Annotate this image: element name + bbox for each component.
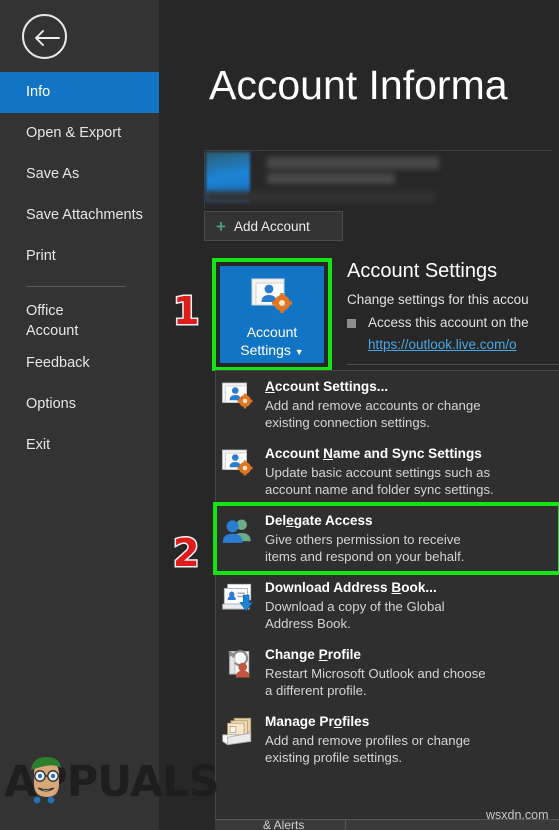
account-access-text: Access this account on the — [368, 315, 529, 330]
sidebar-item-feedback[interactable]: Feedback — [0, 343, 159, 384]
sidebar-item-options[interactable]: Options — [0, 384, 159, 425]
title-pre: Download Address — [265, 580, 392, 595]
title-accesskey: P — [318, 647, 328, 662]
menu-item-text: Account Name and Sync Settings Update ba… — [265, 445, 494, 498]
menu-item-delegate-access[interactable]: Delegate Access Give others permission t… — [213, 502, 559, 575]
strip-divider — [345, 820, 346, 830]
tile-label-line2: Settings — [240, 342, 291, 358]
account-access-bullet: Access this account on the — [347, 315, 529, 330]
menu-item-desc-1: Give others permission to receive — [265, 532, 461, 547]
step-marker-2: 2 — [171, 531, 201, 575]
back-button-wrapper[interactable] — [0, 0, 159, 72]
menu-item-desc-2: items and respond on your behalf. — [265, 549, 465, 564]
menu-item-account-settings[interactable]: Account Settings... Add and remove accou… — [216, 371, 559, 438]
account-settings-icon — [251, 278, 292, 313]
account-settings-dropdown-menu: Account Settings... Add and remove accou… — [213, 370, 559, 830]
menu-item-title: Account Settings... — [265, 378, 481, 396]
redacted-account-email — [267, 173, 395, 184]
menu-item-text: Account Settings... Add and remove accou… — [265, 378, 481, 431]
menu-item-title: Account Name and Sync Settings — [265, 445, 494, 463]
menu-item-account-name-sync-settings[interactable]: Account Name and Sync Settings Update ba… — [216, 438, 559, 505]
sidebar-divider — [26, 286, 126, 287]
sidebar-item-info[interactable]: Info — [0, 72, 159, 113]
menu-item-desc-1: Download a copy of the Global — [265, 599, 445, 614]
menu-item-title: Manage Profiles — [265, 713, 470, 731]
redacted-account-name — [267, 157, 439, 169]
sidebar-item-save-attachments[interactable]: Save Attachments — [0, 195, 159, 236]
outlook-backstage-screen: Info Open & Export Save As Save Attachme… — [0, 0, 559, 830]
step-marker-1: 1 — [171, 289, 201, 333]
delegate-access-icon — [221, 514, 254, 547]
account-settings-heading: Account Settings — [347, 260, 498, 282]
manage-profiles-icon — [221, 715, 254, 748]
sidebar-item-print[interactable]: Print — [0, 236, 159, 277]
account-settings-tile-highlight: Account Settings ▼ — [212, 258, 332, 371]
menu-item-desc-1: Update basic account settings such as — [265, 465, 491, 480]
change-profile-icon — [221, 648, 254, 681]
sidebar-item-label: Office Account — [26, 303, 79, 339]
outlook-web-link[interactable]: https://outlook.live.com/o — [368, 337, 517, 352]
menu-item-title: Change Profile — [265, 646, 486, 664]
menu-item-desc-1: Add and remove accounts or change — [265, 398, 481, 413]
title-post: files — [342, 714, 370, 729]
menu-item-manage-profiles[interactable]: Manage Profiles Add and remove profiles … — [216, 706, 559, 773]
title-accesskey: B — [391, 580, 402, 595]
bullet-square-icon — [347, 319, 356, 328]
wsxdn-watermark: wsxdn.com — [486, 808, 549, 822]
menu-item-desc-2: a different profile. — [265, 683, 367, 698]
menu-item-text: Download Address Book... Download a copy… — [265, 579, 445, 632]
title-pre: Change — [265, 647, 319, 662]
rules-and-alerts-label: & Alerts — [263, 819, 305, 830]
menu-item-desc-2: account name and folder sync settings. — [265, 482, 494, 497]
chevron-down-icon[interactable]: ▼ — [295, 347, 304, 357]
appuals-mascot-icon — [31, 757, 61, 804]
title-accesskey: A — [265, 379, 275, 394]
account-settings-icon — [221, 380, 254, 413]
menu-item-desc-1: Add and remove profiles or change — [265, 733, 471, 748]
account-settings-subtitle: Change settings for this accou — [347, 292, 529, 307]
account-settings-tile[interactable]: Account Settings ▼ — [220, 266, 324, 363]
sidebar-item-open-export[interactable]: Open & Export — [0, 113, 159, 154]
menu-item-desc-1: Restart Microsoft Outlook and choose — [265, 666, 486, 681]
add-account-label: Add Account — [233, 218, 310, 234]
account-settings-tile-label: Account Settings ▼ — [240, 323, 303, 361]
account-settings-icon — [221, 447, 254, 480]
menu-item-desc-2: existing connection settings. — [265, 415, 430, 430]
backstage-sidebar: Info Open & Export Save As Save Attachme… — [0, 0, 159, 830]
title-pre: Account — [265, 446, 324, 461]
menu-item-text: Change Profile Restart Microsoft Outlook… — [265, 646, 486, 699]
back-arrow-glyph — [35, 29, 60, 46]
sidebar-item-save-as[interactable]: Save As — [0, 154, 159, 195]
menu-item-title: Delegate Access — [265, 512, 464, 530]
title-accesskey: o — [333, 714, 343, 729]
sidebar-item-exit[interactable]: Exit — [0, 425, 159, 466]
menu-item-change-profile[interactable]: Change Profile Restart Microsoft Outlook… — [216, 639, 559, 706]
menu-item-download-address-book[interactable]: Download Address Book... Download a copy… — [216, 572, 559, 639]
title-accesskey: N — [323, 446, 333, 461]
page-title: Account Informa — [209, 62, 508, 108]
title-post: ook... — [401, 580, 437, 595]
menu-item-text: Delegate Access Give others permission t… — [265, 512, 464, 565]
redacted-account-extra — [205, 191, 435, 203]
menu-item-text: Manage Profiles Add and remove profiles … — [265, 713, 470, 766]
back-arrow-icon[interactable] — [22, 13, 67, 59]
title-pre: Del — [265, 513, 287, 528]
title-post: rofile — [327, 647, 361, 662]
plus-icon: + — [216, 216, 226, 236]
title-post: gate Access — [293, 513, 373, 528]
title-pre: Manage Pr — [265, 714, 334, 729]
title-post: ccount Settings... — [274, 379, 389, 394]
account-summary — [204, 150, 552, 208]
section-divider — [347, 364, 559, 365]
menu-item-desc-2: existing profile settings. — [265, 750, 403, 765]
title-post: ame and Sync Settings — [332, 446, 482, 461]
sidebar-item-office-account[interactable]: Office Account — [0, 296, 159, 343]
menu-item-desc-2: Address Book. — [265, 616, 351, 631]
menu-item-title: Download Address Book... — [265, 579, 445, 597]
backstage-content: Account Informa + Add Account Account Se… — [159, 0, 559, 830]
tile-label-line1: Account — [246, 324, 298, 340]
add-account-button[interactable]: + Add Account — [204, 211, 343, 241]
download-address-book-icon — [221, 581, 254, 614]
title-accesskey: e — [286, 513, 294, 528]
